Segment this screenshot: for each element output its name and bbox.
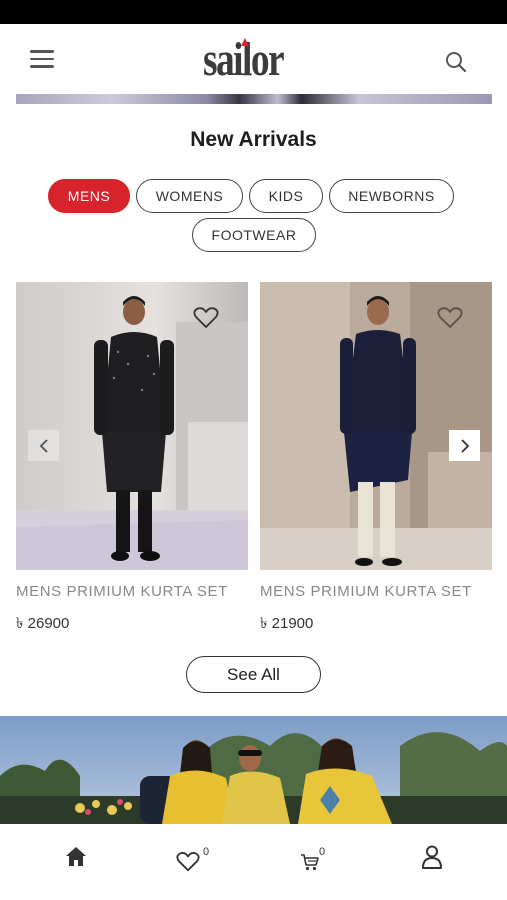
hero-banner-edge[interactable] [16, 94, 492, 104]
product-price: ৳ 21900 [260, 615, 314, 632]
product-name[interactable]: MENS PRIMIUM KURTA SET [260, 583, 472, 600]
bottom-navigation: 0 0 [0, 824, 507, 900]
promo-banner-image[interactable] [0, 716, 507, 824]
home-icon[interactable] [63, 844, 89, 874]
carousel-prev-arrow-icon[interactable] [28, 430, 59, 461]
product-price: ৳ 26900 [16, 615, 70, 632]
section-title: New Arrivals [190, 128, 317, 151]
search-icon[interactable] [444, 50, 468, 74]
hamburger-menu-icon[interactable] [30, 50, 54, 70]
wishlist-nav-item[interactable]: 0 [176, 844, 216, 874]
brand-logo[interactable]: sailor [203, 32, 305, 90]
status-bar [0, 0, 507, 24]
logo-accent-mark [241, 38, 249, 46]
cart-count-badge: 0 [319, 846, 326, 858]
filter-chip-womens[interactable]: WOMENS [136, 179, 243, 213]
cart-nav-item[interactable]: 0 [300, 844, 340, 874]
wishlist-heart-icon[interactable] [437, 306, 463, 330]
app-header: sailor [0, 24, 507, 94]
product-name[interactable]: MENS PRIMIUM KURTA SET [16, 583, 228, 600]
cart-icon [301, 854, 319, 871]
filter-chip-newborns[interactable]: NEWBORNS [329, 179, 454, 213]
see-all-button[interactable]: See All [186, 656, 321, 693]
filter-chip-footwear[interactable]: FOOTWEAR [192, 218, 316, 252]
carousel-next-arrow-icon[interactable] [449, 430, 480, 461]
wishlist-count-badge: 0 [203, 846, 210, 858]
heart-icon [176, 852, 200, 872]
wishlist-heart-icon[interactable] [193, 306, 219, 330]
account-user-icon[interactable] [421, 844, 443, 874]
filter-chip-kids[interactable]: KIDS [249, 179, 323, 213]
filter-chip-mens[interactable]: MENS [48, 179, 130, 213]
